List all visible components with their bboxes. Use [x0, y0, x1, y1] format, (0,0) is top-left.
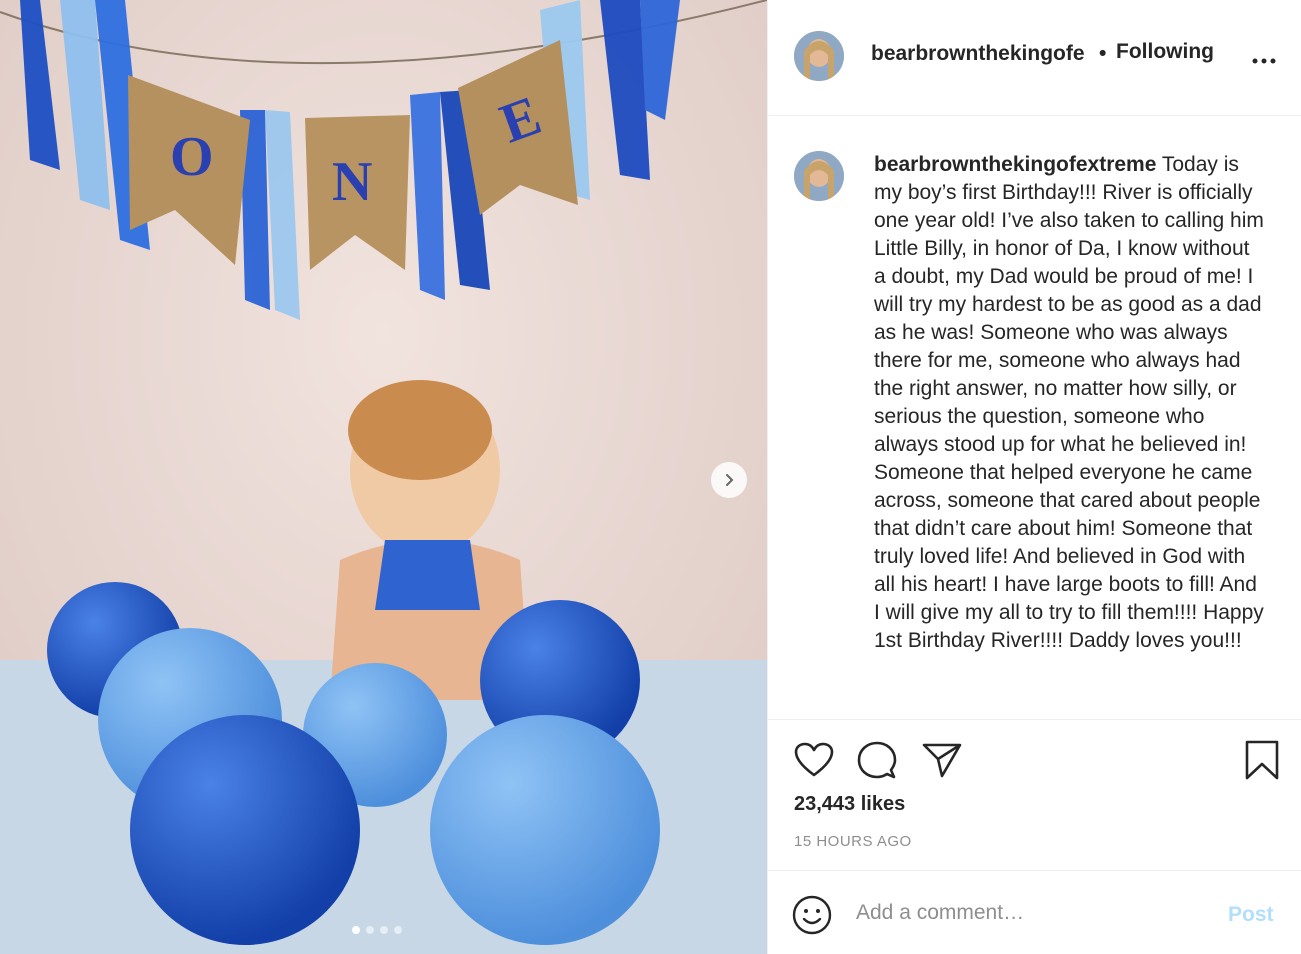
- following-button[interactable]: Following: [1116, 40, 1214, 64]
- action-bar: [768, 738, 1301, 782]
- post-header: bearbrownthekingofe • Following: [768, 0, 1301, 116]
- post-photo[interactable]: O N E: [0, 0, 767, 954]
- caption-section: bearbrownthekingofextreme Today is my bo…: [768, 117, 1301, 720]
- comment-bar: Post: [768, 870, 1301, 954]
- smiley-icon: [792, 895, 832, 935]
- post-side-panel: bearbrownthekingofe • Following bearbrow…: [767, 0, 1301, 954]
- banner-letter-n: N: [332, 151, 373, 213]
- caption: bearbrownthekingofextreme Today is my bo…: [874, 151, 1266, 655]
- post-comment-button[interactable]: Post: [1228, 903, 1274, 927]
- carousel-dot: [366, 926, 374, 934]
- more-horizontal-icon: [1252, 58, 1276, 64]
- header-username[interactable]: bearbrownthekingofe: [871, 42, 1097, 66]
- comment-input[interactable]: [856, 901, 1196, 925]
- carousel-dot: [352, 926, 360, 934]
- carousel-dots: [352, 926, 402, 934]
- avatar[interactable]: [794, 31, 844, 81]
- post-timestamp[interactable]: 15 HOURS AGO: [794, 833, 912, 850]
- emoji-button[interactable]: [792, 895, 832, 940]
- avatar-image: [794, 31, 844, 81]
- chevron-right-icon: [726, 474, 734, 486]
- bookmark-icon: [1245, 740, 1279, 780]
- likes-count[interactable]: 23,443 likes: [794, 793, 905, 816]
- carousel-dot: [394, 926, 402, 934]
- more-icon[interactable]: [1252, 44, 1276, 72]
- caption-text: Today is my boy’s first Birthday!!! Rive…: [874, 153, 1264, 652]
- avatar[interactable]: [794, 151, 844, 201]
- comment-icon: [857, 741, 897, 779]
- heart-icon: [794, 742, 834, 777]
- photo-scene: [0, 0, 767, 954]
- carousel-next-button[interactable]: [711, 462, 747, 498]
- comment-button[interactable]: [855, 738, 899, 782]
- header-separator: •: [1099, 42, 1107, 65]
- avatar-image: [794, 151, 844, 201]
- share-button[interactable]: [920, 738, 964, 782]
- like-button[interactable]: [792, 738, 836, 782]
- paper-plane-icon: [922, 743, 962, 778]
- carousel-dot: [380, 926, 388, 934]
- save-button[interactable]: [1240, 738, 1284, 782]
- caption-username[interactable]: bearbrownthekingofextreme: [874, 153, 1156, 176]
- banner-letter-o: O: [170, 126, 214, 188]
